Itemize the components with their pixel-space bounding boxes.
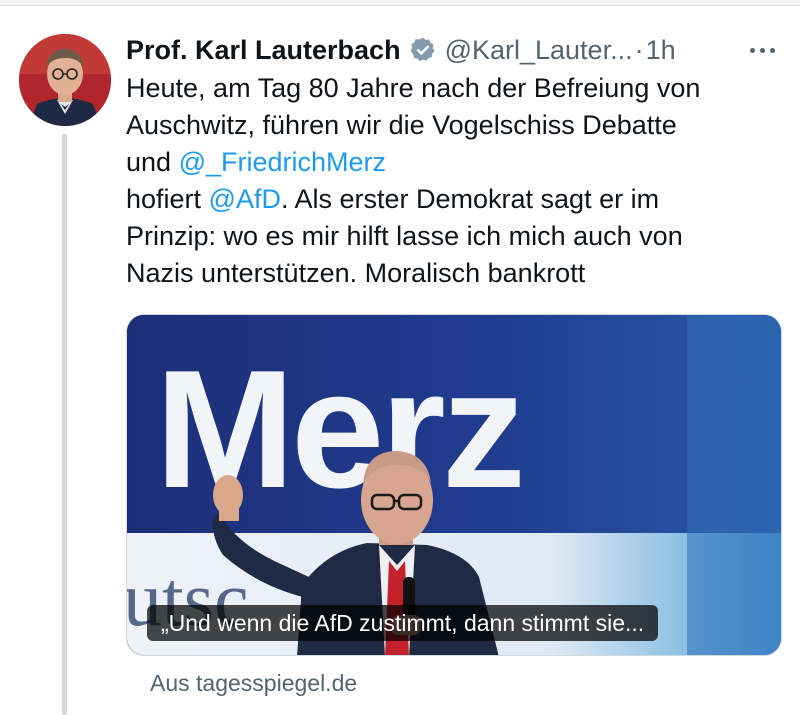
avatar[interactable]	[19, 34, 111, 126]
text-fragment: hofiert	[126, 184, 209, 214]
author-handle[interactable]: @Karl_Lauter...	[445, 35, 633, 66]
media-caption: „Und wenn die AfD zustimmt, dann stimmt …	[147, 605, 659, 641]
tweet-text-line: und @_FriedrichMerz	[126, 144, 786, 181]
text-fragment: und	[126, 147, 179, 177]
tweet-text: Heute, am Tag 80 Jahre nach der Befreiun…	[126, 70, 786, 292]
more-options-icon[interactable]	[742, 34, 782, 66]
tweet-text-line: hofiert @AfD. Als erster Demokrat sagt e…	[126, 181, 786, 218]
separator-dot: ·	[634, 34, 644, 65]
timestamp[interactable]: 1h	[646, 35, 676, 66]
tweet-text-line: Prinzip: wo es mir hilft lasse ich mich …	[126, 221, 683, 251]
tweet-text-line: Auschwitz, führen wir die Vogelschiss De…	[126, 110, 677, 140]
link-card-image[interactable]: Merz utsc „Und wenn die AfD zustimmt, da…	[126, 314, 782, 656]
link-source[interactable]: Aus tagesspiegel.de	[150, 670, 357, 697]
thread-line	[62, 134, 67, 715]
tweet-header: Prof. Karl Lauterbach @Karl_Lauter... · …	[126, 30, 676, 70]
verified-badge-icon[interactable]	[409, 36, 437, 64]
tweet-text-line: Nazis unterstützen. Moralisch bankrott	[126, 258, 586, 288]
text-fragment: . Als erster Demokrat sagt er im	[280, 184, 660, 214]
author-name[interactable]: Prof. Karl Lauterbach	[126, 35, 401, 66]
mention-link-afd[interactable]: @AfD	[209, 184, 281, 214]
avatar-image	[19, 34, 111, 126]
tweet-text-line: Heute, am Tag 80 Jahre nach der Befreiun…	[126, 73, 701, 103]
top-divider	[0, 0, 800, 6]
backdrop-text: Merz	[155, 335, 522, 523]
mention-link-friedrichmerz[interactable]: @_FriedrichMerz	[179, 147, 386, 177]
